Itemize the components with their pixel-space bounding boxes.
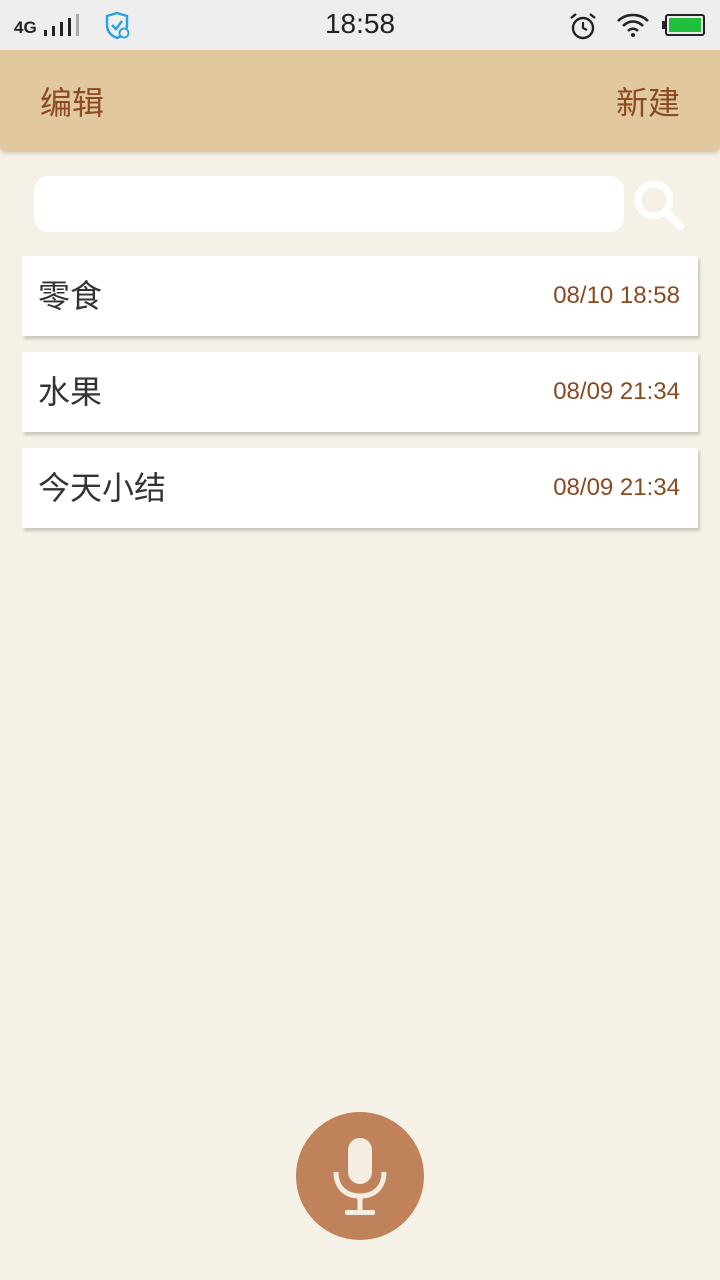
note-list: 零食 08/10 18:58 水果 08/09 21:34 今天小结 08/09…: [22, 256, 698, 544]
search-icon[interactable]: [632, 178, 686, 232]
note-date: 08/09 21:34: [553, 474, 680, 501]
note-item[interactable]: 今天小结 08/09 21:34: [22, 448, 698, 528]
search-input[interactable]: [34, 176, 624, 232]
note-item[interactable]: 零食 08/10 18:58: [22, 256, 698, 336]
note-date: 08/10 18:58: [553, 282, 680, 309]
battery-icon: [662, 14, 705, 36]
alarm-icon: [570, 13, 596, 40]
note-title: 零食: [38, 277, 103, 315]
clock: 18:58: [324, 8, 396, 39]
note-title: 今天小结: [38, 469, 167, 507]
header-bar: 编辑 新建: [0, 50, 720, 152]
microphone-icon: [333, 1138, 387, 1215]
edit-button[interactable]: 编辑: [40, 78, 104, 124]
wifi-icon: [617, 13, 649, 37]
note-date: 08/09 21:34: [553, 378, 680, 405]
status-bar: 4G 18:58: [0, 0, 720, 50]
voice-input-button[interactable]: [296, 1112, 424, 1240]
note-title: 水果: [38, 373, 103, 411]
new-note-button[interactable]: 新建: [616, 78, 680, 124]
note-item[interactable]: 水果 08/09 21:34: [22, 352, 698, 432]
